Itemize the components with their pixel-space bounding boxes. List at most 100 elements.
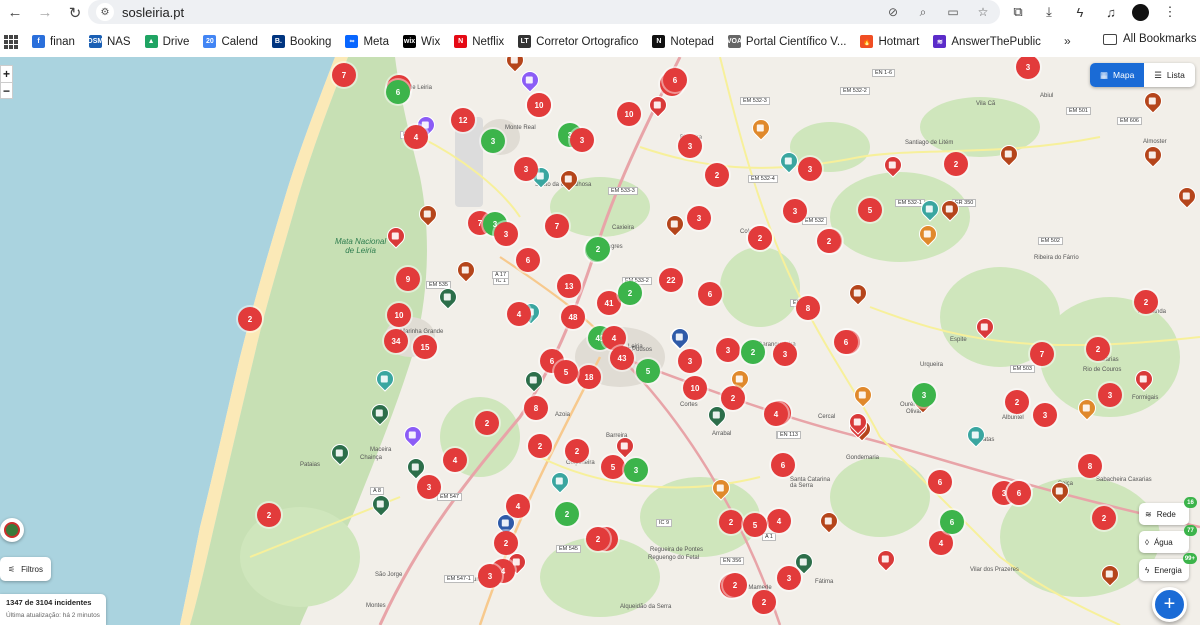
tracking-blocked-icon[interactable]: ⊘ (884, 3, 902, 21)
incident-cluster[interactable]: 10 (617, 102, 641, 126)
bookmark-item[interactable]: N Notepad (652, 35, 714, 48)
incident-cluster[interactable]: 3 (912, 383, 936, 407)
bookmark-item[interactable]: f finan (32, 35, 75, 48)
incident-cluster[interactable]: 3 (783, 199, 807, 223)
address-bar[interactable]: ⚙ sosleiria.pt ⊘ ⌕ ▭ ☆ (88, 0, 1000, 24)
incident-cluster[interactable]: 6 (386, 80, 410, 104)
incident-cluster[interactable]: 2 (257, 503, 281, 527)
incident-cluster[interactable]: 3 (773, 342, 797, 366)
incident-cluster[interactable]: 43 (610, 346, 634, 370)
incident-cluster[interactable]: 3 (678, 134, 702, 158)
incident-cluster[interactable]: 3 (478, 564, 502, 588)
incident-cluster[interactable]: 2 (719, 510, 743, 534)
menu-icon[interactable]: ⋮ (1160, 2, 1180, 22)
incident-cluster[interactable]: 2 (586, 527, 610, 551)
zoom-icon[interactable]: ⌕ (914, 3, 932, 21)
incident-cluster[interactable]: 3 (798, 157, 822, 181)
incident-cluster[interactable]: 6 (834, 330, 858, 354)
incident-cluster[interactable]: 2 (475, 411, 499, 435)
bookmark-item[interactable]: 20 Calend (203, 35, 258, 48)
url-text[interactable]: sosleiria.pt (122, 5, 184, 20)
incident-cluster[interactable]: 3 (570, 128, 594, 152)
incident-cluster[interactable]: 2 (1086, 337, 1110, 361)
incident-cluster[interactable]: 6 (698, 282, 722, 306)
incident-cluster[interactable]: 7 (332, 63, 356, 87)
incident-cluster[interactable]: 5 (636, 359, 660, 383)
incident-cluster[interactable]: 3 (716, 338, 740, 362)
map-view-button[interactable]: ▦ Mapa (1090, 63, 1145, 87)
bookmark-item[interactable]: LT Corretor Ortografico (518, 35, 638, 48)
incident-cluster[interactable]: 2 (565, 439, 589, 463)
cast-icon[interactable]: ▭ (944, 3, 962, 21)
incident-cluster[interactable]: 2 (528, 434, 552, 458)
incident-cluster[interactable]: 48 (561, 305, 585, 329)
incident-cluster[interactable]: 2 (1092, 506, 1116, 530)
incident-cluster[interactable]: 5 (554, 360, 578, 384)
incident-cluster[interactable]: 6 (771, 453, 795, 477)
zoom-in-button[interactable]: + (1, 66, 12, 82)
bookmark-item[interactable]: ▲ Drive (144, 35, 189, 48)
incident-cluster[interactable]: 22 (659, 268, 683, 292)
incident-cluster[interactable]: 18 (577, 365, 601, 389)
incident-cluster[interactable]: 2 (721, 386, 745, 410)
incident-cluster[interactable]: 5 (858, 198, 882, 222)
bookmarks-more-icon[interactable]: » (1064, 34, 1071, 48)
bookmark-item[interactable]: ∞ Meta (345, 35, 389, 48)
incident-cluster[interactable]: 5 (601, 455, 625, 479)
sos-leiria-logo[interactable] (0, 518, 24, 542)
add-incident-button[interactable]: + (1152, 587, 1187, 622)
incident-cluster[interactable]: 2 (1134, 290, 1158, 314)
incident-cluster[interactable]: 4 (506, 494, 530, 518)
incident-cluster[interactable]: 3 (481, 129, 505, 153)
bookmark-item[interactable]: 🔥 Hotmart (860, 35, 919, 48)
incident-cluster[interactable]: 3 (514, 157, 538, 181)
incident-cluster[interactable]: 7 (1030, 342, 1054, 366)
incident-cluster[interactable]: 6 (516, 248, 540, 272)
incident-cluster[interactable]: 4 (404, 125, 428, 149)
incident-cluster[interactable]: 12 (451, 108, 475, 132)
incident-cluster[interactable]: 2 (555, 502, 579, 526)
layer-toggle-rede[interactable]: ≋ Rede 16 (1139, 497, 1197, 525)
bookmark-item[interactable]: wix Wix (403, 35, 440, 48)
incident-cluster[interactable]: 7 (545, 214, 569, 238)
bookmark-item[interactable]: N Netflix (454, 35, 504, 48)
incident-cluster[interactable]: 3 (624, 458, 648, 482)
zoom-out-button[interactable]: − (1, 82, 12, 98)
incident-cluster[interactable]: 4 (443, 448, 467, 472)
incident-map[interactable]: Mata Nacional de Leiria Pataias Fátima Vila… (0, 57, 1200, 625)
incident-cluster[interactable]: 3 (687, 206, 711, 230)
filters-button[interactable]: ⚟ Filtros (0, 557, 51, 581)
bookmark-star-icon[interactable]: ☆ (974, 3, 992, 21)
incident-cluster[interactable]: 10 (527, 93, 551, 117)
bookmark-item[interactable]: DSM NAS (88, 35, 131, 48)
incident-cluster[interactable]: 2 (944, 152, 968, 176)
apps-grid-icon[interactable] (4, 34, 18, 49)
incident-cluster[interactable]: 2 (586, 237, 610, 261)
incident-cluster[interactable]: 34 (384, 329, 408, 353)
extension-bolt-icon[interactable]: ϟ (1070, 2, 1090, 22)
incident-cluster[interactable]: 2 (752, 590, 776, 614)
all-bookmarks-button[interactable]: All Bookmarks (1103, 33, 1197, 45)
incident-cluster[interactable]: 9 (396, 267, 420, 291)
incident-cluster[interactable]: 8 (524, 396, 548, 420)
extensions-icon[interactable]: ⧉ (1008, 2, 1028, 22)
incident-cluster[interactable]: 6 (940, 510, 964, 534)
incident-cluster[interactable]: 2 (723, 573, 747, 597)
bookmark-item[interactable]: B. Booking (271, 35, 331, 48)
incident-cluster[interactable]: 15 (413, 335, 437, 359)
incident-cluster[interactable]: 5 (743, 513, 767, 537)
incident-cluster[interactable]: 6 (928, 470, 952, 494)
bookmark-item[interactable]: ≋ AnswerThePublic (933, 35, 1041, 48)
list-view-button[interactable]: ☰ Lista (1144, 63, 1195, 87)
incident-cluster[interactable]: 10 (683, 376, 707, 400)
incident-cluster[interactable]: 2 (705, 163, 729, 187)
back-icon[interactable]: ← (0, 1, 30, 25)
incident-cluster[interactable]: 3 (678, 349, 702, 373)
media-control-icon[interactable]: ♫ (1101, 2, 1121, 22)
incident-cluster[interactable]: 3 (1098, 383, 1122, 407)
incident-cluster[interactable]: 3 (777, 566, 801, 590)
incident-cluster[interactable]: 10 (387, 303, 411, 327)
incident-cluster[interactable]: 3 (417, 475, 441, 499)
layer-toggle-energia[interactable]: ϟ Energia 99+ (1139, 553, 1197, 581)
incident-cluster[interactable]: 2 (494, 531, 518, 555)
